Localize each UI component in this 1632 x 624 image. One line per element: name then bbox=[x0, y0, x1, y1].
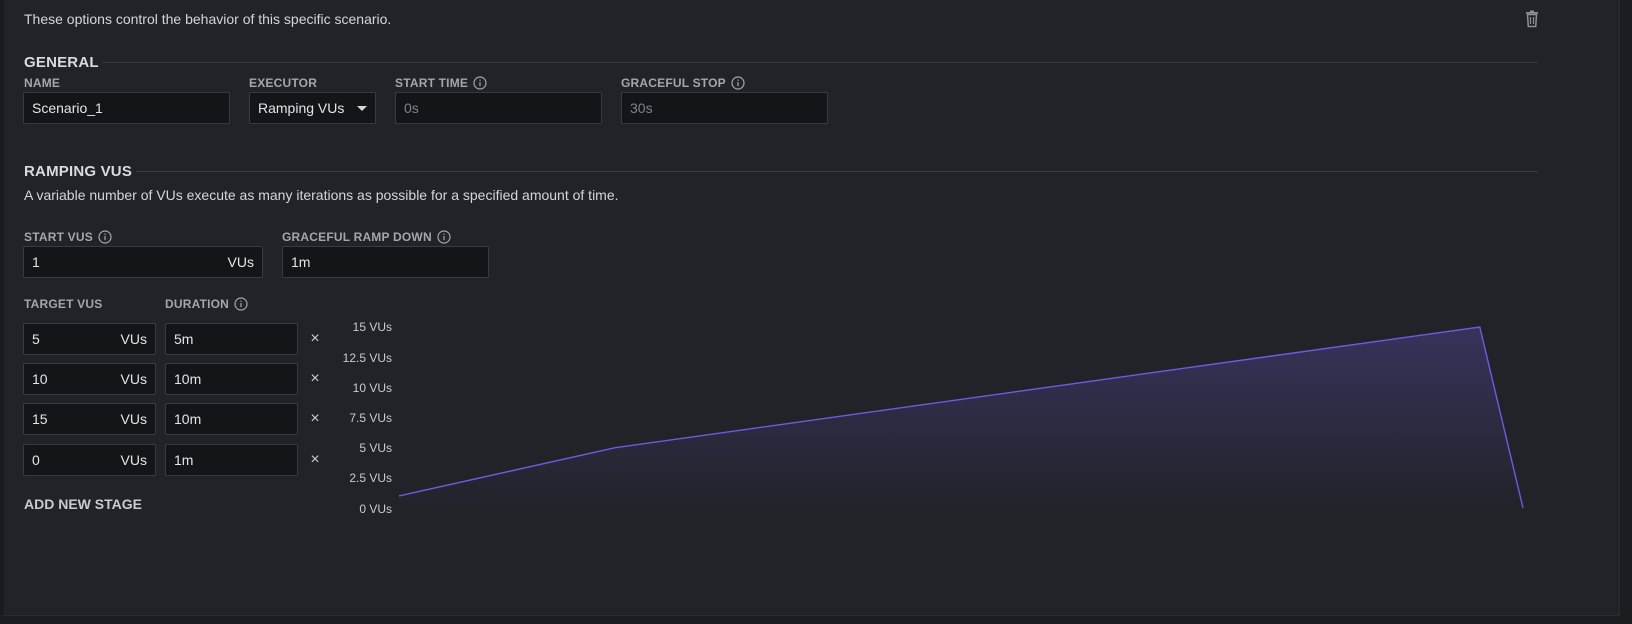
vus-ramp-chart bbox=[398, 326, 1524, 509]
graceful-stop-label: GRACEFUL STOP bbox=[621, 76, 745, 90]
info-icon[interactable] bbox=[98, 230, 112, 244]
general-section-title: GENERAL bbox=[24, 54, 99, 71]
stage-duration-input[interactable]: 5m bbox=[165, 323, 298, 355]
start-time-label: START TIME bbox=[395, 76, 487, 90]
vus-unit: VUs bbox=[120, 331, 147, 347]
y-tick-label: 7.5 VUs bbox=[349, 411, 392, 425]
stage-target-input[interactable]: 0 VUs bbox=[23, 444, 156, 476]
graceful-ramp-down-input[interactable]: 1m bbox=[282, 246, 489, 278]
executor-select[interactable]: Ramping VUs bbox=[249, 92, 376, 124]
vus-unit: VUs bbox=[120, 411, 147, 427]
general-divider bbox=[102, 62, 1538, 63]
add-new-stage-button[interactable]: ADD NEW STAGE bbox=[24, 496, 142, 512]
start-vus-label: START VUS bbox=[24, 230, 112, 244]
info-icon[interactable] bbox=[437, 230, 451, 244]
y-tick-label: 12.5 VUs bbox=[342, 351, 392, 365]
vus-area-fill bbox=[399, 327, 1523, 508]
info-icon[interactable] bbox=[473, 76, 487, 90]
start-vus-input[interactable]: 1 VUs bbox=[23, 246, 263, 278]
duration-label: DURATION bbox=[165, 297, 248, 311]
target-vus-label: TARGET VUS bbox=[24, 297, 103, 311]
vus-unit: VUs bbox=[120, 371, 147, 387]
stage-target-input[interactable]: 10 VUs bbox=[23, 363, 156, 395]
name-label: NAME bbox=[24, 76, 61, 90]
stage-duration-input[interactable]: 10m bbox=[165, 403, 298, 435]
graceful-ramp-down-label: GRACEFUL RAMP DOWN bbox=[282, 230, 451, 244]
scenario-options-panel: These options control the behavior of th… bbox=[0, 0, 1620, 616]
y-tick-label: 15 VUs bbox=[352, 320, 392, 334]
y-tick-label: 10 VUs bbox=[352, 381, 392, 395]
vus-unit: VUs bbox=[227, 254, 254, 270]
stage-target-input[interactable]: 15 VUs bbox=[23, 403, 156, 435]
y-tick-label: 2.5 VUs bbox=[349, 471, 392, 485]
scenario-name-input[interactable]: Scenario_1 bbox=[23, 92, 230, 124]
start-time-input[interactable]: 0s bbox=[395, 92, 602, 124]
ramping-divider bbox=[136, 171, 1538, 172]
info-icon[interactable] bbox=[234, 297, 248, 311]
stage-duration-input[interactable]: 1m bbox=[165, 444, 298, 476]
vus-unit: VUs bbox=[120, 452, 147, 468]
caret-down-icon bbox=[357, 105, 367, 111]
stage-duration-input[interactable]: 10m bbox=[165, 363, 298, 395]
y-tick-label: 0 VUs bbox=[359, 502, 392, 516]
graceful-stop-input[interactable]: 30s bbox=[621, 92, 828, 124]
trash-icon[interactable] bbox=[1524, 10, 1540, 28]
info-icon[interactable] bbox=[731, 76, 745, 90]
executor-label: EXECUTOR bbox=[249, 76, 318, 90]
stage-target-input[interactable]: 5 VUs bbox=[23, 323, 156, 355]
ramping-description: A variable number of VUs execute as many… bbox=[24, 187, 619, 203]
ramping-section-title: RAMPING VUS bbox=[24, 163, 133, 180]
y-tick-label: 5 VUs bbox=[359, 441, 392, 455]
scenario-description: These options control the behavior of th… bbox=[24, 11, 392, 27]
